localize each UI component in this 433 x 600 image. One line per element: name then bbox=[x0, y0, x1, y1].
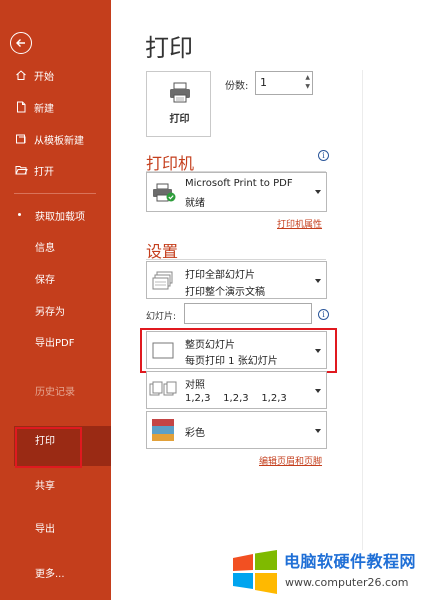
color-swatch-icon bbox=[152, 419, 174, 445]
print-range-select[interactable]: 打印全部幻灯片 打印整个演示文稿 bbox=[146, 261, 327, 299]
printer-device-icon bbox=[152, 183, 176, 207]
sidebar-item-label: 开始 bbox=[34, 71, 54, 83]
info-icon[interactable]: i bbox=[318, 309, 329, 320]
stepper-arrows-icon[interactable]: ▲ ▼ bbox=[305, 73, 310, 91]
sidebar-item-label: 从模板新建 bbox=[34, 135, 84, 147]
sidebar-item-new-from-template[interactable]: 从模板新建 bbox=[0, 128, 111, 150]
sidebar-item-label: 共享 bbox=[35, 480, 55, 492]
sidebar-item-open[interactable]: 打开 bbox=[0, 159, 111, 181]
sidebar-item-share[interactable]: 共享 bbox=[0, 473, 111, 495]
highlight-box-layout bbox=[140, 328, 337, 373]
folder-open-icon bbox=[14, 163, 28, 177]
template-icon bbox=[14, 132, 28, 146]
windows-logo-icon bbox=[231, 548, 279, 596]
sidebar-item-label: 保存 bbox=[35, 274, 55, 286]
sidebar-item-label: 导出PDF bbox=[35, 337, 75, 349]
sidebar-item-history: 历史记录 bbox=[0, 379, 111, 401]
print-button[interactable]: 打印 bbox=[146, 71, 211, 137]
home-icon bbox=[14, 68, 28, 82]
printer-icon bbox=[168, 82, 192, 108]
collate-order: 1,2,3 1,2,3 1,2,3 bbox=[185, 393, 287, 404]
highlight-box-print-nav bbox=[15, 427, 82, 468]
edit-header-footer-link[interactable]: 编辑页眉和页脚 bbox=[259, 454, 322, 467]
print-range-title: 打印全部幻灯片 bbox=[185, 270, 255, 281]
chevron-down-icon bbox=[315, 190, 321, 194]
sidebar-item-info[interactable]: 信息 bbox=[0, 235, 111, 257]
print-range-desc: 打印整个演示文稿 bbox=[185, 287, 265, 298]
watermark-title: 电脑软硬件教程网 bbox=[284, 552, 417, 571]
collate-icon bbox=[149, 380, 179, 404]
copies-value: 1 bbox=[260, 76, 267, 89]
back-arrow-icon[interactable] bbox=[10, 32, 32, 54]
slides-input[interactable] bbox=[184, 303, 312, 324]
sidebar-item-label: 更多... bbox=[35, 568, 65, 580]
sidebar-item-save-as[interactable]: 另存为 bbox=[0, 299, 111, 321]
sidebar-item-label: 历史记录 bbox=[35, 386, 75, 398]
printer-select[interactable]: Microsoft Print to PDF 就绪 bbox=[146, 172, 327, 212]
print-button-label: 打印 bbox=[169, 114, 190, 125]
sidebar-item-new[interactable]: 新建 bbox=[0, 96, 111, 118]
color-title: 彩色 bbox=[185, 428, 205, 439]
sidebar-divider bbox=[14, 193, 96, 194]
page-title: 打印 bbox=[145, 34, 193, 62]
watermark-url: www.computer26.com bbox=[285, 576, 409, 589]
sidebar-item-label: 新建 bbox=[34, 103, 54, 115]
slides-label: 幻灯片: bbox=[146, 312, 177, 322]
color-select[interactable]: 彩色 bbox=[146, 411, 327, 449]
sidebar-item-export-pdf[interactable]: 导出PDF bbox=[0, 330, 111, 352]
printer-status: 就绪 bbox=[185, 198, 205, 209]
chevron-down-icon bbox=[315, 389, 321, 393]
sidebar-item-label: 信息 bbox=[35, 242, 55, 254]
print-preview-pane-edge bbox=[362, 70, 363, 550]
sidebar-item-save[interactable]: 保存 bbox=[0, 267, 111, 289]
sidebar-item-more[interactable]: 更多... bbox=[0, 561, 111, 583]
sidebar-item-label: 获取加载项 bbox=[35, 211, 85, 223]
section-divider bbox=[146, 259, 326, 260]
collate-select[interactable]: 对照 1,2,3 1,2,3 1,2,3 bbox=[146, 371, 327, 409]
slides-stack-icon bbox=[152, 271, 174, 295]
sidebar-item-export[interactable]: 导出 bbox=[0, 516, 111, 538]
chevron-down-icon bbox=[315, 429, 321, 433]
chevron-down-icon bbox=[315, 279, 321, 283]
sidebar-item-get-addins[interactable]: 获取加载项 bbox=[0, 204, 111, 226]
sidebar-item-label: 另存为 bbox=[35, 306, 65, 318]
backstage-sidebar: 开始 新建 从模板新建 打开 获取加载项 信息 保存 另存为 导出PDF 历史记… bbox=[0, 0, 111, 600]
printer-properties-link[interactable]: 打印机属性 bbox=[277, 217, 322, 230]
info-icon[interactable]: i bbox=[318, 150, 329, 161]
sidebar-item-label: 导出 bbox=[35, 523, 55, 535]
sidebar-item-label: 打开 bbox=[34, 166, 54, 178]
sidebar-item-home[interactable]: 开始 bbox=[0, 64, 111, 86]
new-document-icon bbox=[14, 100, 28, 114]
copies-stepper[interactable]: 1 ▲ ▼ bbox=[255, 71, 313, 95]
collate-title: 对照 bbox=[185, 380, 205, 391]
printer-name: Microsoft Print to PDF bbox=[185, 178, 293, 189]
copies-label: 份数: bbox=[225, 81, 249, 92]
